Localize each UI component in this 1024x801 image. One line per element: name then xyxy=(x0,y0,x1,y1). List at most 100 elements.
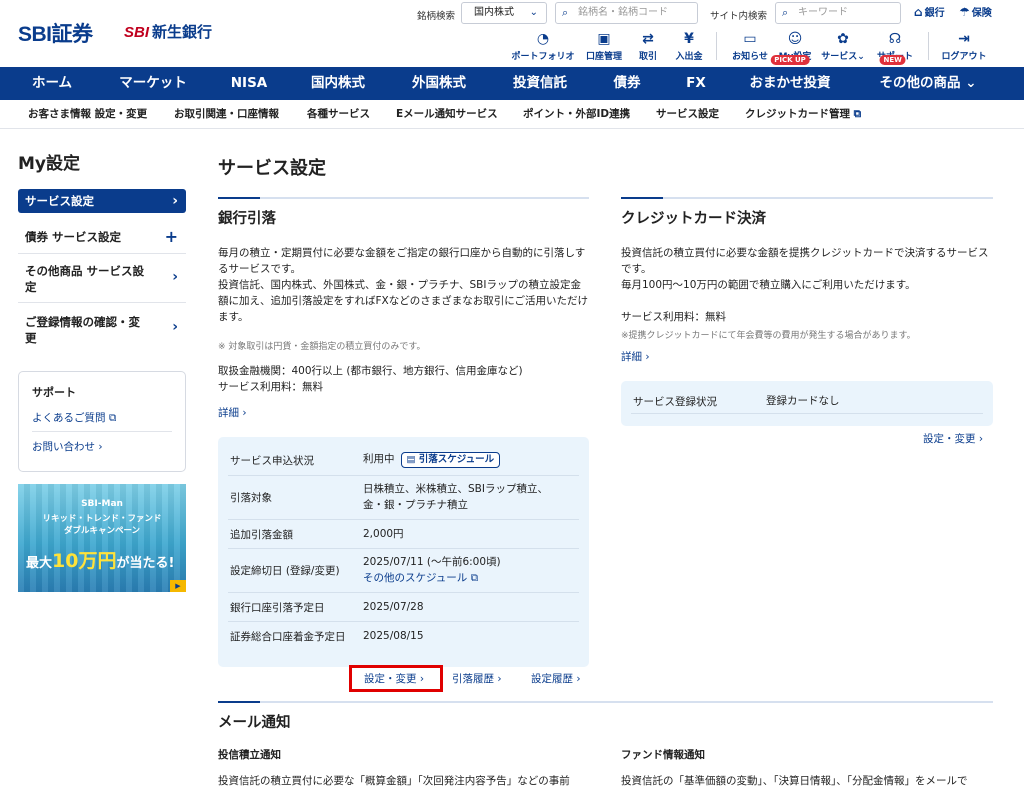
nav-nisa[interactable]: NISA xyxy=(231,67,268,100)
credit-detail-link[interactable]: 詳細 › xyxy=(621,349,650,364)
faq-link[interactable]: よくあるご質問 ⧉ xyxy=(32,410,172,432)
status-row-target: 引落対象 日株積立、米株積立、SBIラップ積立、 金・銀・プラチナ積立 xyxy=(228,476,579,520)
sidebar-item-registration-info[interactable]: ご登録情報の確認・変更 › xyxy=(18,306,186,354)
row-label: サービス申込状況 xyxy=(230,455,314,467)
faq-link-label: よくあるご質問 xyxy=(32,412,106,424)
subnav-trade-account[interactable]: お取引関連・口座情報 xyxy=(174,100,279,129)
logout-button[interactable]: ⇥ ログアウト xyxy=(941,31,986,62)
nav-home[interactable]: ホーム xyxy=(32,67,72,100)
nav-other-products[interactable]: NEW その他の商品 ⌄ xyxy=(879,55,977,100)
notice-label: お知らせ xyxy=(732,52,768,62)
insurance-link-label: 保険 xyxy=(971,8,992,19)
nav-other-products-label: その他の商品 xyxy=(879,75,961,91)
sidebar-item-label: 債券 サービス設定 xyxy=(25,230,122,244)
account-button[interactable]: ▣ 口座管理 xyxy=(586,31,622,62)
search-icon: ⌕ xyxy=(782,6,789,19)
subnav-credit-card[interactable]: クレジットカード管理 ⧉ xyxy=(745,100,861,129)
nav-robo-advisor-label: おまかせ投資 xyxy=(749,75,831,91)
subnav-services[interactable]: 各種サービス xyxy=(307,100,370,129)
row-value-line2: 金・銀・プラチナ積立 xyxy=(363,499,468,511)
account-label: 口座管理 xyxy=(585,52,623,62)
ticker-search-input[interactable]: ⌕ 銘柄名・銘柄コード xyxy=(555,2,698,24)
bank-detail-link[interactable]: 詳細 › xyxy=(218,405,247,420)
market-select[interactable]: 国内株式 ⌄ xyxy=(461,2,547,24)
settings-history-link[interactable]: 設定履歴 › xyxy=(531,671,581,686)
credit-desc-1: 投資信託の積立買付に必要な金額を提携クレジットカードで決済するサービスです。 xyxy=(621,247,989,275)
chevron-right-icon: › xyxy=(98,441,103,453)
other-schedule-link[interactable]: その他のスケジュール ⧉ xyxy=(363,571,478,586)
site-search-placeholder: キーワード xyxy=(798,7,848,18)
site-search-input[interactable]: ⌕ キーワード xyxy=(775,2,901,24)
bank-desc-1: 毎月の積立・定期買付に必要な金額をご指定の銀行口座から自動的に引落しするサービス… xyxy=(218,247,586,275)
bank-detail-label: 詳細 xyxy=(218,407,239,419)
nav-market[interactable]: マーケット xyxy=(119,67,187,100)
chevron-down-icon: ⌄ xyxy=(965,75,977,91)
insurance-link[interactable]: ☂ 保険 xyxy=(959,4,992,19)
subnav-service-settings[interactable]: サービス設定 xyxy=(656,100,719,129)
nav-funds[interactable]: 投資信託 xyxy=(513,67,567,100)
campaign-banner[interactable]: SBI-Man リキッド・トレンド・ファンド ダブルキャンペーン 最大10万円が… xyxy=(18,484,186,592)
nav-fx[interactable]: FX xyxy=(686,67,706,100)
portfolio-button[interactable]: ◔ ポートフォリオ xyxy=(511,31,574,62)
row-label: 追加引落金額 xyxy=(230,529,293,541)
chevron-right-icon: › xyxy=(172,269,178,285)
trade-button[interactable]: ⇄ 取引 xyxy=(639,31,657,62)
subnav-customer-info[interactable]: お客さま情報 設定・変更 xyxy=(28,100,147,129)
chevron-right-icon: › xyxy=(172,193,178,209)
umbrella-icon: ☂ xyxy=(959,5,970,19)
market-select-value: 国内株式 xyxy=(474,7,514,18)
row-value-line1: 日株積立、米株積立、SBIラップ積立、 xyxy=(363,483,548,495)
sbi-logo[interactable]: SBI証券 xyxy=(18,18,93,48)
status-row-bank-date: 銀行口座引落予定日 2025/07/28 xyxy=(228,593,579,622)
row-label: 設定締切日 (登録/変更) xyxy=(230,565,340,577)
credit-settings-change-link[interactable]: 設定・変更 › xyxy=(923,431,983,446)
notice-icon: ▭ xyxy=(743,31,757,47)
deposit-icon: ¥ xyxy=(684,31,694,47)
sidebar-item-service-settings[interactable]: サービス設定 › xyxy=(18,189,186,213)
credit-status-row: サービス登録状況 登録カードなし xyxy=(631,388,983,414)
service-button[interactable]: ✿ サービス⌄ xyxy=(821,31,865,62)
settings-history-label: 設定履歴 xyxy=(531,673,573,685)
nav-robo-advisor[interactable]: PICK UP おまかせ投資 xyxy=(749,55,831,100)
calendar-icon: ▤ xyxy=(406,454,416,465)
section-rule xyxy=(218,197,589,199)
site-search-label: サイト内検索 xyxy=(710,11,768,22)
bank-section-heading: 銀行引落 xyxy=(218,211,276,227)
ticker-search-placeholder: 銘柄名・銘柄コード xyxy=(578,7,668,18)
chevron-right-icon: › xyxy=(242,407,247,419)
sidebar-item-other-settings[interactable]: その他商品 サービス設定 › xyxy=(18,256,186,303)
sidebar-item-bond-settings[interactable]: 債券 サービス設定 + xyxy=(18,222,186,254)
fund-info-notice-title: ファンド情報通知 xyxy=(621,749,705,761)
withdrawal-schedule-button[interactable]: ▤ 引落スケジュール xyxy=(400,452,501,468)
nav-foreign-stocks[interactable]: 外国株式 xyxy=(412,67,466,100)
chevron-right-icon: › xyxy=(576,673,581,685)
bank-desc-2: 投資信託、国内株式、外国株式、金・銀・プラチナ、SBIラップの積立設定金額に加え… xyxy=(218,279,589,323)
chevron-right-icon: › xyxy=(172,319,178,335)
service-icon: ✿ xyxy=(837,31,849,47)
subnav-email[interactable]: Eメール通知サービス xyxy=(396,100,498,129)
portfolio-label: ポートフォリオ xyxy=(511,52,575,62)
external-link-icon: ⧉ xyxy=(853,108,862,120)
shinsei-bank-logo[interactable]: SBI 新生銀行 xyxy=(124,21,212,42)
contact-link[interactable]: お問い合わせ › xyxy=(32,439,103,454)
section-rule xyxy=(621,197,993,199)
bank-link[interactable]: ⌂ 銀行 xyxy=(914,4,945,19)
subnav-points[interactable]: ポイント・外部ID連携 xyxy=(523,100,630,129)
fund-investment-notice-title: 投信積立通知 xyxy=(218,749,281,761)
highlight-box xyxy=(349,665,443,692)
deposit-button[interactable]: ¥ 入出金 xyxy=(675,31,702,62)
credit-desc-2: 毎月100円〜10万円の範囲で積立購入にご利用いただけます。 xyxy=(621,279,916,291)
bank-status-panel: サービス申込状況 利用中 ▤ 引落スケジュール 引落対象 日株積立、米株積立、SB… xyxy=(218,437,589,667)
withdrawal-history-link[interactable]: 引落履歴 › xyxy=(452,671,502,686)
row-label: サービス登録状況 xyxy=(633,396,717,408)
nav-bonds[interactable]: 債券 xyxy=(614,67,641,100)
bank-link-label: 銀行 xyxy=(924,8,945,19)
main-nav: ホーム マーケット NISA 国内株式 外国株式 投資信託 債券 FX PICK… xyxy=(0,55,1024,100)
notice-button[interactable]: ▭ お知らせ xyxy=(732,31,768,62)
status-row-arrival-date: 証券総合口座着金予定日 2025/08/15 xyxy=(228,622,579,651)
new-badge: NEW xyxy=(879,55,906,65)
nav-domestic-stocks[interactable]: 国内株式 xyxy=(311,67,365,100)
row-label: 銀行口座引落予定日 xyxy=(230,602,325,614)
logout-label: ログアウト xyxy=(941,52,987,62)
account-icon: ▣ xyxy=(597,31,611,47)
